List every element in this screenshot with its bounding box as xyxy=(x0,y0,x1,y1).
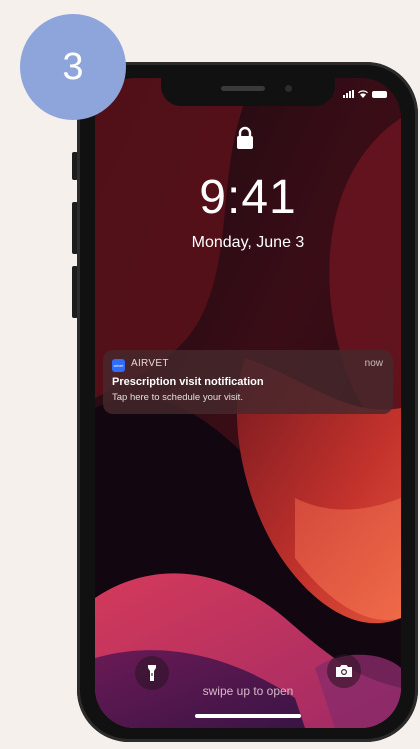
notification-card[interactable]: airvet AIRVET now Prescription visit not… xyxy=(103,350,393,414)
lock-screen[interactable]: 9:41 Monday, June 3 airvet AIRVET now Pr… xyxy=(95,78,401,728)
notification-body: Tap here to schedule your visit. xyxy=(112,392,243,403)
swipe-up-hint: swipe up to open xyxy=(202,684,294,698)
cellular-signal-icon xyxy=(343,90,354,98)
notification-app-name: AIRVET xyxy=(131,358,169,369)
flashlight-icon xyxy=(148,665,156,681)
wifi-icon xyxy=(358,90,368,98)
step-badge: 3 xyxy=(20,14,126,120)
airvet-app-icon: airvet xyxy=(112,359,125,372)
status-bar xyxy=(343,90,387,98)
camera-button[interactable] xyxy=(327,654,361,688)
phone-frame: 9:41 Monday, June 3 airvet AIRVET now Pr… xyxy=(77,62,418,742)
lock-screen-date: Monday, June 3 xyxy=(191,234,305,251)
lock-screen-time: 9:41 xyxy=(199,171,297,224)
camera-icon xyxy=(336,665,352,677)
home-indicator[interactable] xyxy=(195,714,301,718)
earpiece-speaker xyxy=(221,86,265,91)
step-number: 3 xyxy=(62,45,84,88)
notification-title: Prescription visit notification xyxy=(112,376,264,388)
front-camera xyxy=(285,85,292,92)
notification-time: now xyxy=(364,358,383,369)
battery-icon xyxy=(372,90,387,98)
lock-icon xyxy=(237,126,253,149)
notch xyxy=(161,78,335,106)
